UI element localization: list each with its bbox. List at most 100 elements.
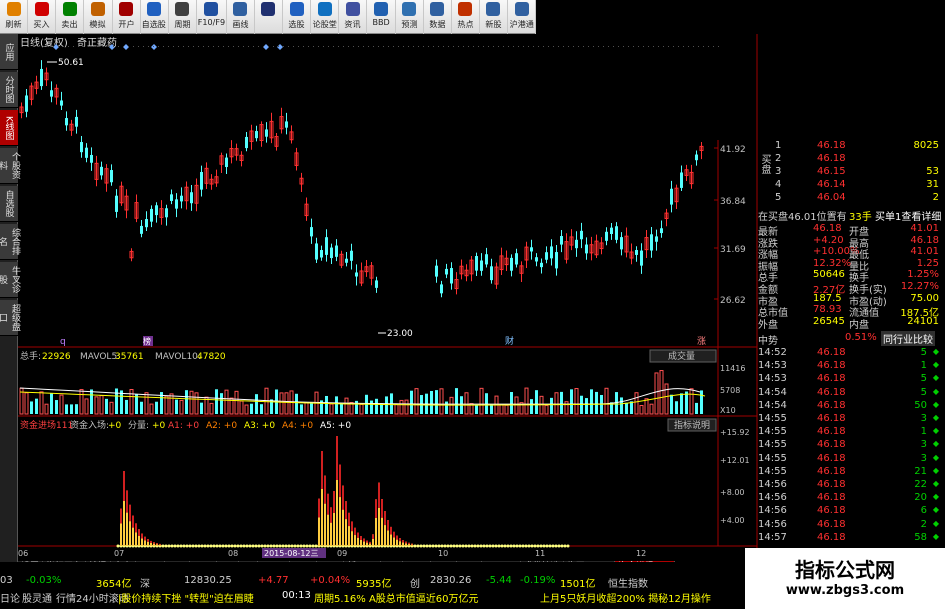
news-ticker-item[interactable]: 上月5只妖月收超200% 揭秘12月操作 (540, 590, 711, 605)
status-bar: 03 -0.03% 3654亿深 12830.25 +4.77 +0.04% 5935亿创 2… (0, 562, 740, 609)
fund-baseline-dot (165, 545, 168, 548)
volume-bar-down (695, 403, 698, 414)
fund-baseline-dot (516, 545, 519, 548)
fund-bar-top (342, 486, 344, 510)
volume-bar-down (700, 390, 703, 414)
fund-baseline-dot (414, 545, 417, 548)
fund-baseline-dot (444, 545, 447, 548)
quote-stat-row: 外盘 26545 内盘 24101 (757, 316, 945, 328)
grid-dot (308, 46, 309, 47)
volume-bar-down (115, 388, 118, 414)
candle-down (285, 121, 288, 127)
trade-row: 14:53 46.18 5 ◆ (757, 373, 945, 385)
trade-row: 14:57 46.18 58 ◆ (757, 532, 945, 544)
grid-dot (223, 46, 224, 47)
arrow-down-icon: ◆ (933, 466, 939, 475)
volume-bar-down (550, 398, 553, 414)
volume-bar-up (210, 403, 213, 414)
index-ticker-row: 03 -0.03% 3654亿深 12830.25 +4.77 +0.04% 5935亿创 2… (0, 575, 740, 590)
volume-bar-down (445, 402, 448, 414)
candle-down (605, 232, 608, 241)
fund-bar-top (327, 494, 329, 515)
candle-down (585, 245, 588, 254)
fund-tick-label: +8.00 (720, 488, 745, 497)
fund-baseline-dot (435, 545, 438, 548)
fund-baseline-dot (303, 545, 306, 548)
volume-bar-up (525, 388, 528, 414)
orderbook-level: 3 (775, 166, 781, 177)
index-ticker-item: 创 (410, 575, 420, 590)
volume-bar-up (450, 397, 453, 414)
candle-down (490, 266, 493, 280)
trade-price: 46.18 (817, 426, 846, 437)
news-ticker-item[interactable]: 行情 (56, 590, 76, 605)
volume-bar-down (675, 401, 678, 414)
grid-dot (248, 46, 249, 47)
fund-baseline-dot (438, 545, 441, 548)
fund-baseline-dot (309, 545, 312, 548)
fund-bar-top (384, 511, 386, 525)
trade-time: 14:55 (758, 426, 787, 437)
fund-bar-top (348, 513, 350, 526)
fund-header-7: A3: +0 (244, 421, 275, 431)
grid-dot (103, 46, 104, 47)
volume-bar-down (185, 390, 188, 414)
trade-row: 14:55 46.18 21 ◆ (757, 466, 945, 478)
candle-down (50, 90, 53, 96)
news-ticker-item[interactable]: 日论 (0, 590, 20, 605)
volume-bar-down (310, 403, 313, 414)
low-price-label: 23.00 (387, 329, 413, 339)
grid-dot (618, 46, 619, 47)
index-ticker-item: 03 (0, 575, 13, 586)
volume-bar-up (645, 399, 648, 414)
candle-down (510, 258, 513, 271)
grid-dot (228, 46, 229, 47)
quote-stat-row: 最新 46.18 开盘 41.01 (757, 223, 945, 235)
industry-compare-button[interactable]: 同行业比较 (881, 331, 935, 346)
news-ticker-item[interactable]: |股价持续下挫 "转型"迫在眉睫 (118, 590, 254, 605)
news-ticker-row[interactable]: 日论 股灵通 行情 24小时滚动 |股价持续下挫 "转型"迫在眉睫 00:13 周期5.16… (0, 590, 740, 605)
trade-price: 46.18 (817, 453, 846, 464)
fund-bar-top (126, 490, 128, 512)
grid-dot (628, 46, 629, 47)
grid-dot (703, 46, 704, 47)
grid-dot (473, 46, 474, 47)
trade-row: 14:56 46.18 2 ◆ (757, 519, 945, 531)
fund-bar-top (129, 505, 131, 521)
orderbook-row-4[interactable]: 5 46.04 2 (757, 192, 945, 205)
grid-dot (33, 46, 34, 47)
fund-bar-top (399, 538, 401, 541)
fund-header-2: +0 (108, 421, 122, 431)
trade-volume: 50 (914, 400, 927, 411)
volume-bar-up (650, 404, 653, 414)
fund-baseline-dot (306, 545, 309, 548)
orderbook-row-1[interactable]: 2 46.18 (757, 153, 945, 166)
news-ticker-item[interactable]: 00:13 (282, 590, 311, 601)
order-detail-link[interactable]: 买单1查看详细 (875, 208, 941, 223)
orderbook-row-0[interactable]: 1 46.18 8025 (757, 140, 945, 153)
grid-dot (208, 46, 209, 47)
volume-bar-up (330, 404, 333, 414)
fund-baseline-dot (537, 545, 540, 548)
volume-bar-up (575, 389, 578, 414)
grid-dot (558, 46, 559, 47)
site-watermark: 指标公式网 www.zbgs3.com (745, 548, 945, 609)
grid-dot (358, 46, 359, 47)
orderbook-row-2[interactable]: 3 46.15 53 (757, 166, 945, 179)
trade-row: 14:56 46.18 20 ◆ (757, 492, 945, 504)
zhongshi-value: 0.51% (845, 332, 877, 343)
fund-baseline-dot (282, 545, 285, 548)
grid-dot (143, 46, 144, 47)
grid-dot (668, 46, 669, 47)
news-ticker-item[interactable]: 周期5.16% A股总市值逼近60万亿元 (314, 590, 479, 605)
grid-dot (413, 46, 414, 47)
grid-dot (538, 46, 539, 47)
grid-dot (168, 46, 169, 47)
grid-dot (88, 46, 89, 47)
indicator-help-label[interactable]: 指标说明 (674, 419, 710, 431)
orderbook-row-3[interactable]: 4 46.14 31 (757, 179, 945, 192)
trade-row: 14:56 46.18 22 ◆ (757, 479, 945, 491)
volume-button-label[interactable]: 成交量 (668, 350, 695, 362)
candle-down (265, 129, 268, 136)
news-ticker-item[interactable]: 股灵通 (22, 590, 52, 605)
